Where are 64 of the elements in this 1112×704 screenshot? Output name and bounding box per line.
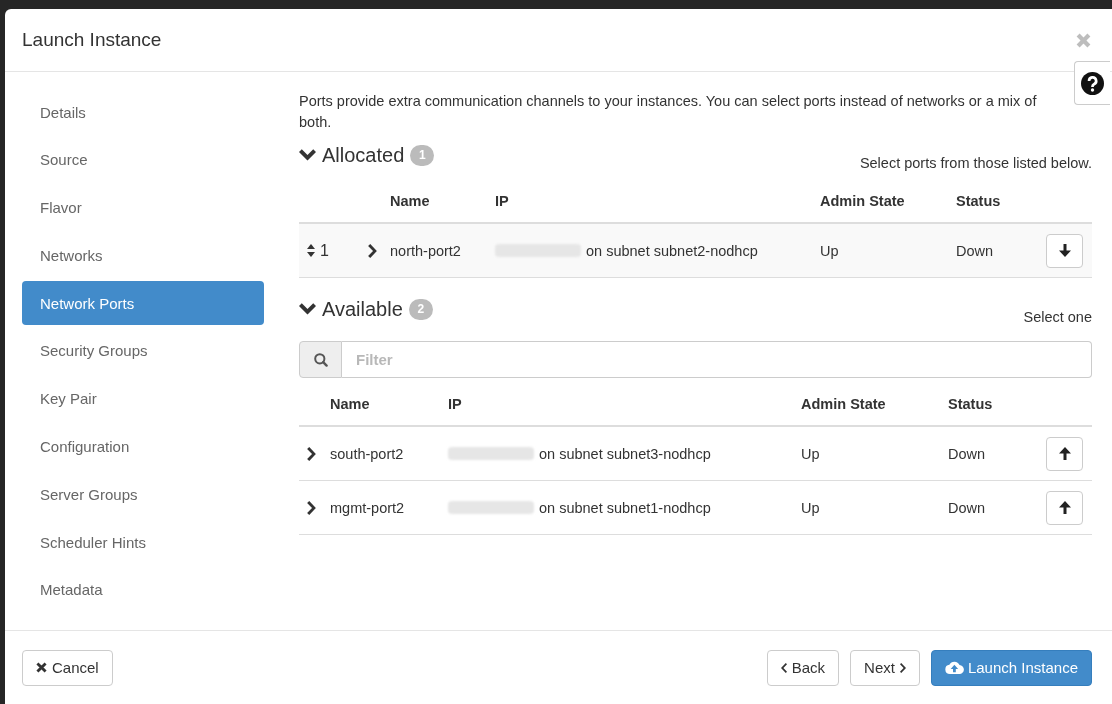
- port-status: Down: [956, 242, 994, 259]
- search-icon: [313, 352, 328, 367]
- chevron-right-icon[interactable]: [307, 446, 316, 461]
- chevron-right-icon: [899, 662, 906, 673]
- cancel-button[interactable]: Cancel: [22, 649, 113, 686]
- deallocate-button[interactable]: [1046, 233, 1083, 268]
- sidebar-item[interactable]: Details: [22, 90, 264, 134]
- column-header: Admin State: [801, 395, 886, 412]
- row-number: 1: [320, 241, 329, 260]
- chevron-right-icon[interactable]: [368, 243, 377, 258]
- allocate-button[interactable]: [1046, 490, 1083, 525]
- section-title: Available: [322, 297, 403, 321]
- cloud-upload-icon: [944, 661, 964, 674]
- hint-text: Select one: [1023, 309, 1092, 326]
- description-text: Ports provide extra communication channels to your instances. You can select ports instead of networks or a mix of both.: [299, 92, 1038, 132]
- chevron-down-icon[interactable]: [299, 149, 316, 161]
- port-status: Down: [948, 499, 986, 516]
- count-badge: 2: [408, 298, 433, 320]
- chevron-down-icon[interactable]: [299, 303, 316, 315]
- filter-input[interactable]: Filter: [342, 341, 1092, 378]
- hint-text: Select ports from those listed below.: [859, 155, 1092, 172]
- arrow-up-icon: [1058, 447, 1071, 460]
- column-header: IP: [495, 192, 509, 209]
- section-title: Allocated: [322, 143, 405, 167]
- subnet-text: on subnet subnet2-nodhcp: [586, 242, 758, 259]
- sidebar-item[interactable]: Server Groups: [22, 472, 264, 517]
- port-status: Down: [948, 445, 986, 462]
- column-header: Admin State: [820, 192, 905, 209]
- sidebar-item[interactable]: Configuration: [22, 424, 264, 469]
- port-name: mgmt-port2: [330, 499, 405, 516]
- help-icon: [1081, 71, 1104, 95]
- launch-instance-button[interactable]: Launch Instance: [930, 649, 1092, 686]
- column-header: IP: [448, 395, 462, 412]
- close-icon: [36, 662, 47, 673]
- sort-icon[interactable]: [307, 244, 315, 257]
- column-header: Name: [330, 395, 370, 412]
- sidebar-item[interactable]: Key Pair: [22, 376, 264, 421]
- count-badge: 1: [410, 144, 435, 166]
- chevron-left-icon: [780, 662, 787, 673]
- subnet-text: on subnet subnet1-nodhcp: [539, 499, 711, 516]
- subnet-text: on subnet subnet3-nodhcp: [539, 445, 711, 462]
- allocate-button[interactable]: [1046, 436, 1083, 471]
- column-header: Name: [390, 192, 430, 209]
- sidebar-item[interactable]: Flavor: [22, 185, 264, 230]
- sidebar-item[interactable]: Networks: [22, 233, 264, 278]
- sidebar-item[interactable]: Scheduler Hints: [22, 520, 264, 565]
- help-button[interactable]: [1074, 61, 1110, 105]
- column-header: Status: [948, 395, 993, 412]
- port-name: north-port2: [390, 242, 461, 259]
- sidebar-item[interactable]: Network Ports: [22, 281, 264, 326]
- arrow-up-icon: [1058, 501, 1071, 514]
- sidebar-item[interactable]: Metadata: [22, 567, 264, 612]
- column-header: Status: [956, 192, 1001, 209]
- back-button[interactable]: Back: [766, 649, 840, 686]
- chevron-right-icon[interactable]: [307, 500, 316, 515]
- next-button[interactable]: Next: [850, 649, 920, 686]
- admin-state: Up: [820, 242, 839, 259]
- port-name: south-port2: [330, 445, 404, 462]
- arrow-down-icon: [1058, 244, 1071, 257]
- admin-state: Up: [801, 445, 820, 462]
- sidebar-item[interactable]: Security Groups: [22, 329, 264, 373]
- sidebar-item[interactable]: Source: [22, 137, 264, 182]
- admin-state: Up: [801, 499, 820, 516]
- dialog-title: Launch Instance: [22, 29, 162, 51]
